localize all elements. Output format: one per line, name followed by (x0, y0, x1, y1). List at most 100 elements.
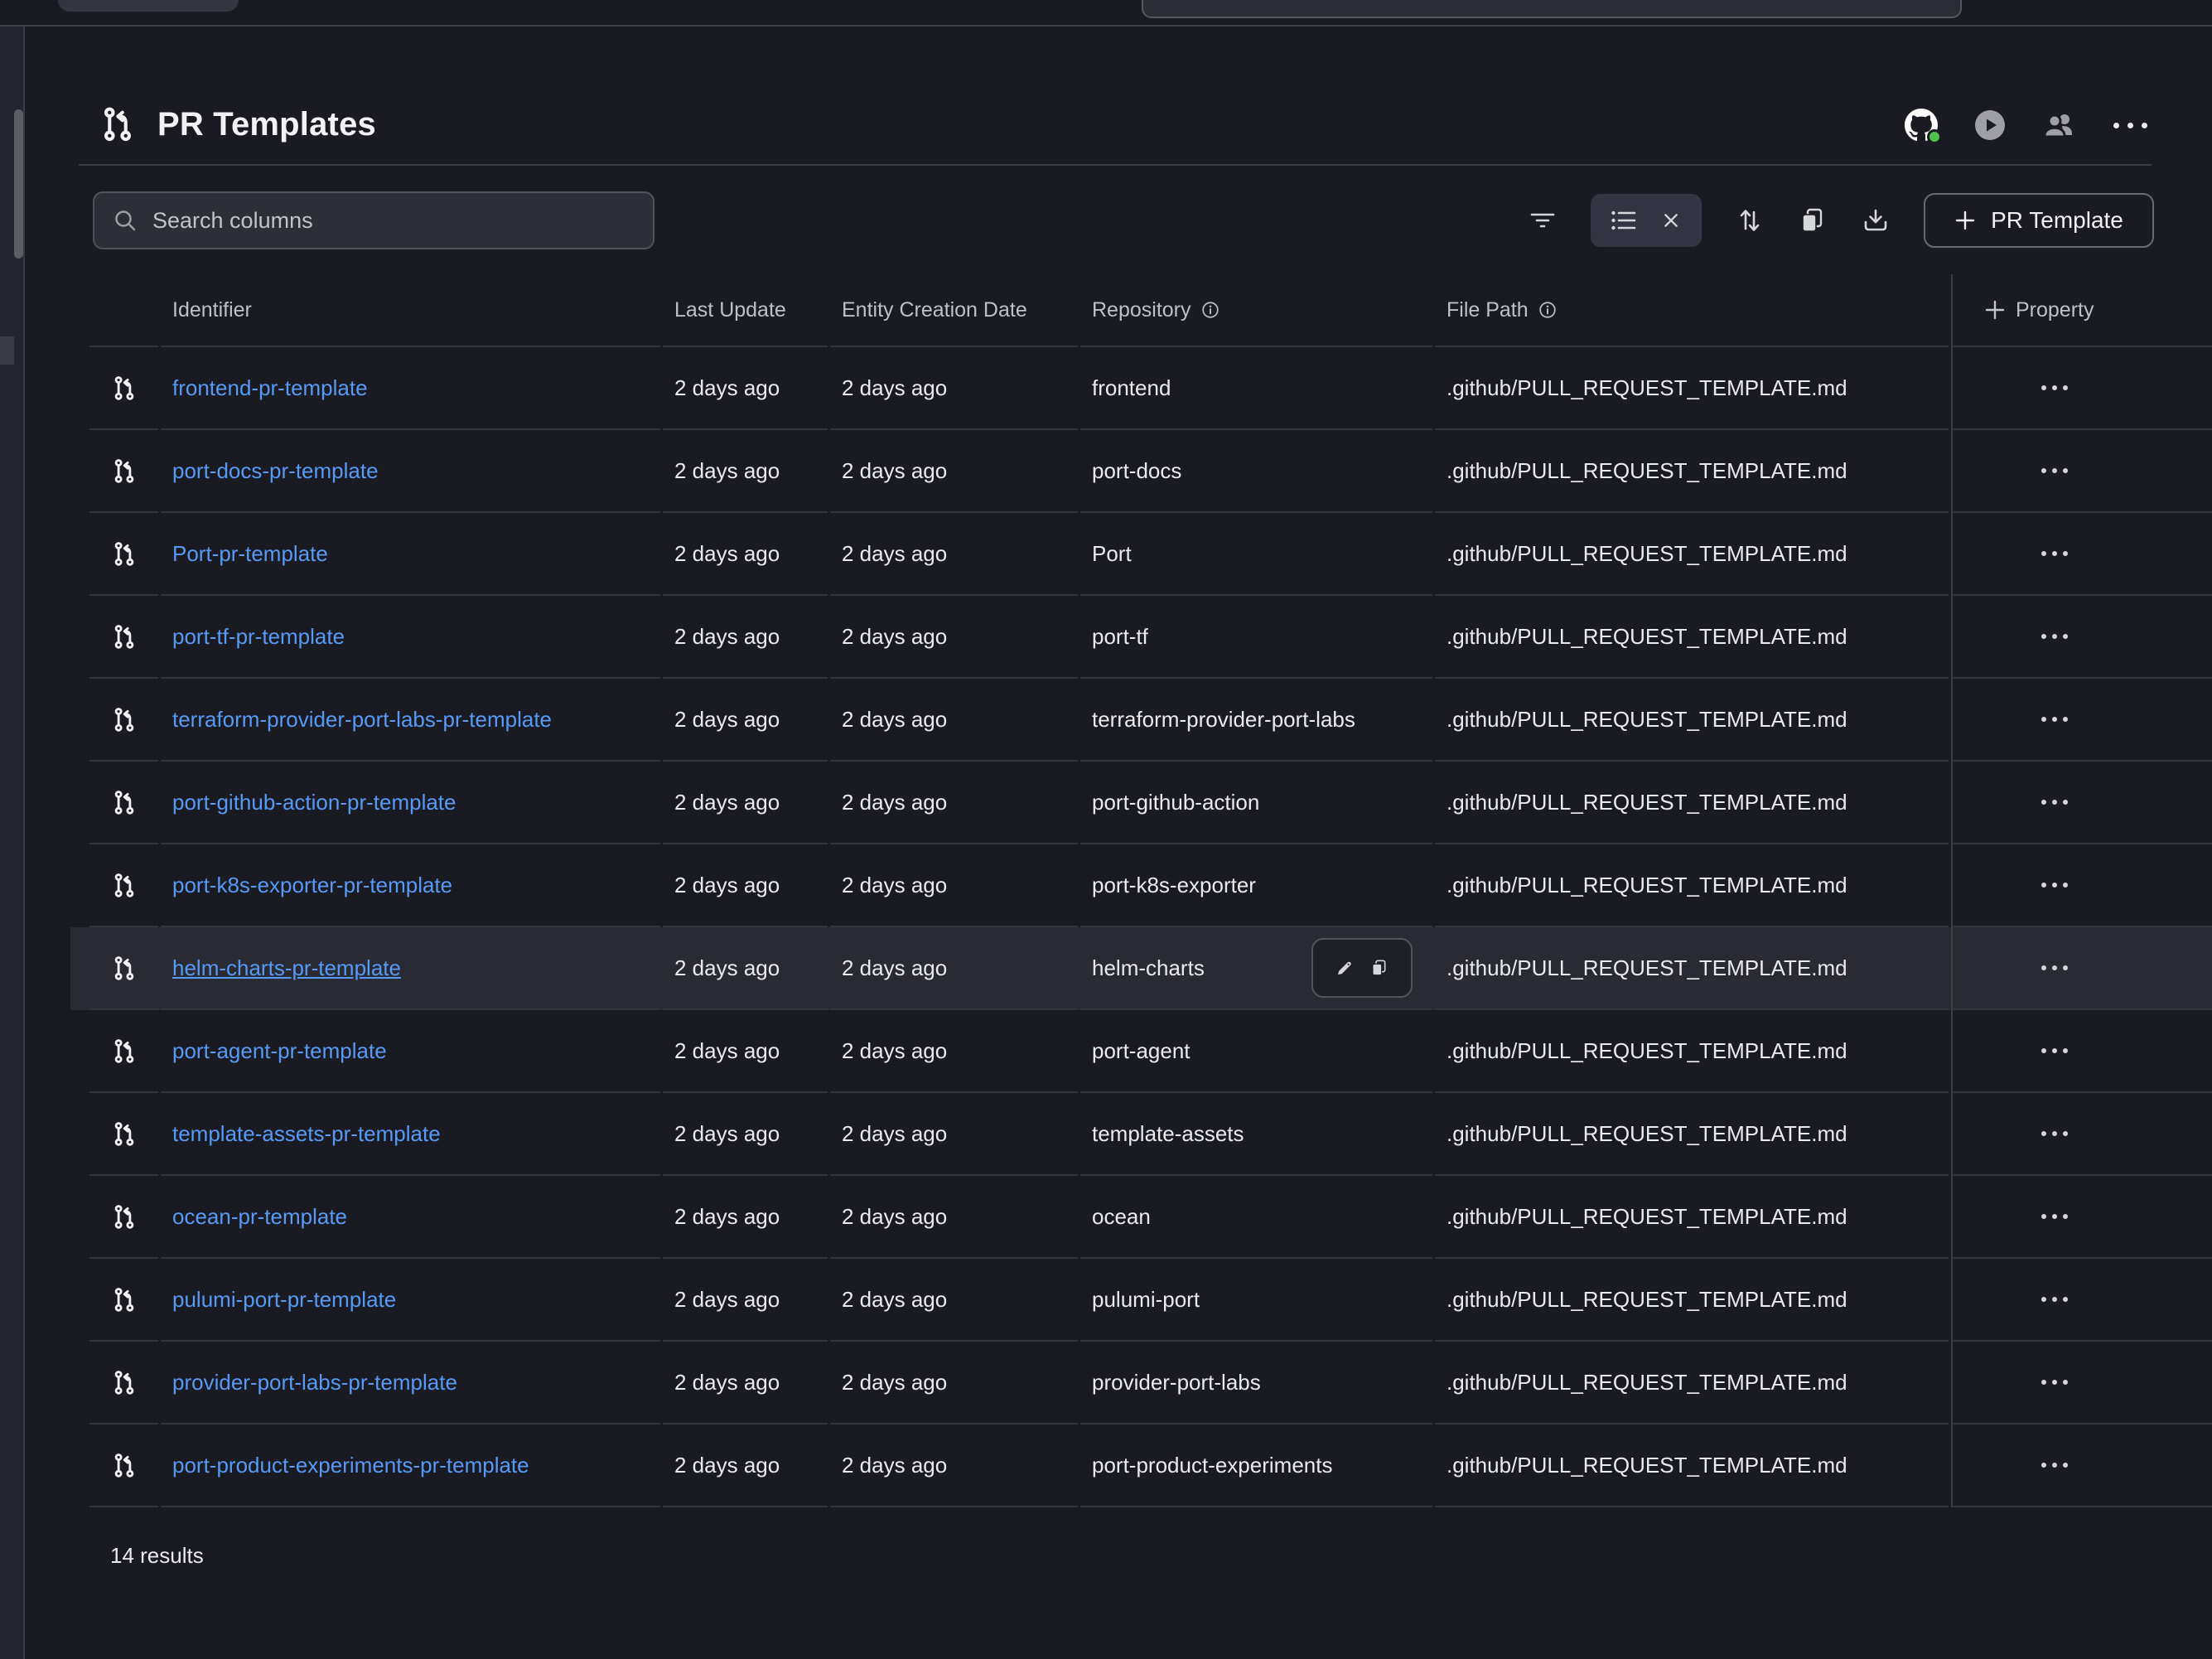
last-update-value: 2 days ago (674, 790, 780, 815)
file-path-value: .github/PULL_REQUEST_TEMPLATE.md (1446, 1121, 1847, 1147)
copy-button[interactable] (1369, 958, 1389, 978)
file-path-value: .github/PULL_REQUEST_TEMPLATE.md (1446, 1453, 1847, 1478)
search-columns-input[interactable] (152, 208, 635, 234)
ellipsis-icon (2041, 1297, 2046, 1302)
file-path-value: .github/PULL_REQUEST_TEMPLATE.md (1446, 707, 1847, 733)
row-more-button[interactable] (2036, 380, 2073, 395)
column-header-file-path[interactable]: File Path (1435, 274, 1949, 347)
download-icon (1861, 206, 1891, 235)
row-icon-cell (89, 596, 158, 679)
identifier-link[interactable]: ocean-pr-template (172, 1204, 347, 1230)
identifier-link[interactable]: port-github-action-pr-template (172, 790, 456, 815)
add-pr-template-button[interactable]: PR Template (1924, 193, 2154, 248)
filter-button[interactable] (1528, 206, 1558, 235)
row-hover-actions (1311, 938, 1413, 998)
row-more-button[interactable] (2036, 1375, 2073, 1390)
members-button[interactable] (2042, 111, 2077, 139)
identifier-link[interactable]: port-agent-pr-template (172, 1038, 387, 1064)
row-more-button[interactable] (2036, 960, 2073, 975)
identifier-link[interactable]: template-assets-pr-template (172, 1121, 441, 1147)
ellipsis-icon (2041, 1131, 2046, 1136)
identifier-link[interactable]: port-product-experiments-pr-template (172, 1453, 529, 1478)
identifier-link[interactable]: helm-charts-pr-template (172, 955, 401, 981)
search-columns-box (93, 191, 654, 249)
ellipsis-icon (2041, 468, 2046, 473)
entity-creation-value: 2 days ago (842, 458, 947, 484)
row-more-button[interactable] (2036, 795, 2073, 810)
identifier-link[interactable]: port-docs-pr-template (172, 458, 379, 484)
vertical-scrollbar-thumb[interactable] (14, 109, 23, 259)
pull-request-icon (112, 1369, 137, 1396)
repository-value: port-github-action (1092, 790, 1259, 815)
pull-request-icon (112, 457, 137, 485)
file-path-value: .github/PULL_REQUEST_TEMPLATE.md (1446, 1204, 1847, 1230)
last-update-value: 2 days ago (674, 1370, 780, 1395)
row-more-button[interactable] (2036, 1292, 2073, 1307)
page-more-button[interactable] (2113, 123, 2147, 128)
page-header-actions (1905, 106, 2147, 144)
sort-button[interactable] (1735, 206, 1765, 235)
row-icon-cell (89, 679, 158, 762)
last-update-value: 2 days ago (674, 1204, 780, 1230)
column-header-last-update[interactable]: Last Update (663, 274, 828, 347)
github-integration-button[interactable] (1905, 109, 1938, 142)
clear-view-button[interactable] (1659, 208, 1683, 233)
row-more-button[interactable] (2036, 1458, 2073, 1473)
row-more-button[interactable] (2036, 712, 2073, 727)
row-more-button[interactable] (2036, 463, 2073, 478)
add-property-header[interactable]: Property (1951, 274, 2212, 347)
results-count: 14 results (110, 1543, 204, 1569)
header-divider (79, 164, 2152, 166)
column-header-entity-creation-date[interactable]: Entity Creation Date (830, 274, 1078, 347)
copy-table-button[interactable] (1798, 206, 1828, 235)
row-more-button[interactable] (2036, 546, 2073, 561)
file-path-value: .github/PULL_REQUEST_TEMPLATE.md (1446, 790, 1847, 815)
row-icon-cell (89, 927, 158, 1010)
identifier-link[interactable]: Port-pr-template (172, 541, 328, 567)
repository-value: port-agent (1092, 1038, 1191, 1064)
info-icon[interactable] (1201, 301, 1219, 319)
edit-button[interactable] (1335, 958, 1355, 978)
global-search-bar[interactable] (1142, 0, 1962, 18)
table-row: port-product-experiments-pr-template 2 d… (89, 1424, 2212, 1507)
entity-creation-value: 2 days ago (842, 1453, 947, 1478)
entity-creation-value: 2 days ago (842, 624, 947, 650)
row-more-button[interactable] (2036, 1126, 2073, 1141)
row-more-button[interactable] (2036, 878, 2073, 892)
copy-icon (1798, 206, 1828, 235)
info-icon[interactable] (1538, 301, 1557, 319)
identifier-link[interactable]: provider-port-labs-pr-template (172, 1370, 457, 1395)
column-header-identifier[interactable]: Identifier (161, 274, 660, 347)
last-update-value: 2 days ago (674, 541, 780, 567)
repository-value: port-docs (1092, 458, 1181, 484)
top-left-pill-button[interactable] (58, 0, 239, 12)
run-button[interactable] (1974, 109, 2006, 141)
row-more-button[interactable] (2036, 1043, 2073, 1058)
identifier-link[interactable]: port-tf-pr-template (172, 624, 345, 650)
list-view-button[interactable] (1609, 206, 1639, 235)
ellipsis-icon (2041, 634, 2046, 639)
entity-creation-value: 2 days ago (842, 1287, 947, 1313)
table-row: port-k8s-exporter-pr-template 2 days ago… (89, 844, 2212, 927)
file-path-value: .github/PULL_REQUEST_TEMPLATE.md (1446, 955, 1847, 981)
export-button[interactable] (1861, 206, 1891, 235)
ellipsis-icon (2041, 883, 2046, 888)
ellipsis-icon (2041, 965, 2046, 970)
identifier-link[interactable]: pulumi-port-pr-template (172, 1287, 396, 1313)
property-column-divider (1951, 274, 1953, 1507)
identifier-link[interactable]: frontend-pr-template (172, 375, 368, 401)
identifier-link[interactable]: terraform-provider-port-labs-pr-template (172, 707, 552, 733)
sidebar-collapsed-item[interactable] (0, 336, 14, 365)
entity-creation-value: 2 days ago (842, 873, 947, 898)
row-more-button[interactable] (2036, 1209, 2073, 1224)
last-update-value: 2 days ago (674, 1038, 780, 1064)
main-content: PR Templates (27, 27, 2212, 1659)
identifier-link[interactable]: port-k8s-exporter-pr-template (172, 873, 452, 898)
last-update-value: 2 days ago (674, 624, 780, 650)
table-header-row: Identifier Last Update Entity Creation D… (89, 274, 2212, 347)
row-more-button[interactable] (2036, 629, 2073, 644)
pull-request-icon (112, 789, 137, 816)
column-header-repository[interactable]: Repository (1080, 274, 1432, 347)
row-icon-cell (89, 762, 158, 844)
clear-x-icon (1659, 208, 1683, 233)
